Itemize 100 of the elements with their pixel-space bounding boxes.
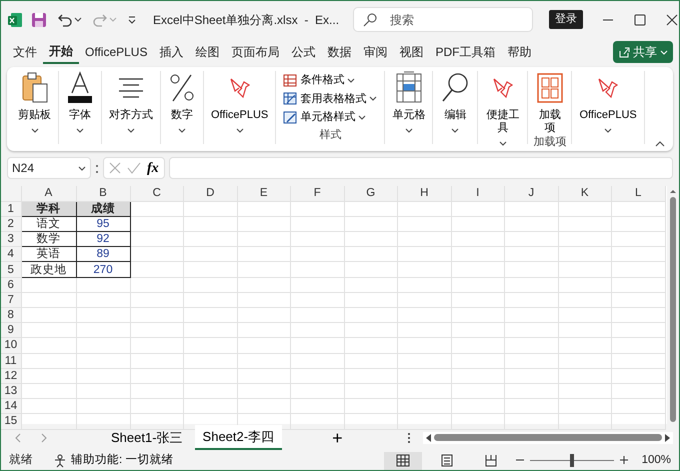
ribbon-tab[interactable]: 帮助	[501, 41, 538, 63]
ribbon-button[interactable]: OfficePLUS	[209, 71, 270, 138]
caret-icon	[451, 128, 460, 134]
zoom-percent: 100%	[642, 452, 671, 468]
column-header[interactable]: A	[21, 186, 76, 202]
scroll-up-icon	[669, 189, 677, 194]
cell-style-icon	[283, 110, 298, 124]
row-header[interactable]: 3	[1, 232, 21, 247]
row-header[interactable]: 9	[1, 322, 21, 338]
table-cell: 政史地	[21, 262, 76, 278]
ribbon-button[interactable]: 对齐方式	[107, 71, 155, 138]
caret-icon	[369, 96, 378, 102]
column-header[interactable]: G	[344, 186, 398, 202]
clipboard-icon	[20, 71, 48, 105]
ribbon-tab[interactable]: 公式	[285, 41, 322, 63]
check-icon	[127, 162, 141, 174]
table-cell: 学科	[21, 201, 76, 216]
ribbon-button[interactable]: 加载项	[534, 71, 566, 134]
row-header[interactable]: 6	[1, 277, 21, 292]
ribbon-button[interactable]: 条件格式	[281, 71, 358, 90]
column-header[interactable]: E	[237, 186, 290, 202]
column-header[interactable]: C	[130, 186, 184, 202]
ribbon-button[interactable]: 字体	[64, 71, 96, 138]
ribbon-button[interactable]: 数字	[166, 71, 198, 138]
group-label: 加载项	[533, 135, 566, 150]
search-icon	[363, 13, 378, 27]
accessibility-button[interactable]: 辅助功能: 一切就绪	[53, 452, 174, 470]
sign-in-button[interactable]: 登录	[549, 10, 584, 29]
table-format-icon	[283, 92, 298, 106]
formula-input[interactable]	[168, 157, 673, 179]
conditional-format-icon	[283, 74, 298, 87]
ribbon-tab[interactable]: PDF工具箱	[429, 41, 502, 63]
row-header[interactable]: 14	[1, 398, 21, 414]
caret-icon	[236, 128, 244, 134]
table-cell: 数学	[21, 232, 76, 247]
normal-view-icon	[396, 454, 410, 467]
scroll-right-icon	[665, 434, 670, 442]
row-header[interactable]: 2	[1, 216, 21, 232]
ribbon-tab[interactable]: 数据	[321, 41, 358, 63]
row-header[interactable]: 5	[1, 262, 21, 278]
row-header[interactable]: 7	[1, 292, 21, 308]
ribbon-button[interactable]: 便捷工具	[483, 71, 522, 150]
sheet-tab[interactable]: Sheet2-李四	[194, 424, 282, 450]
save-icon	[31, 12, 47, 28]
column-header[interactable]: L	[612, 186, 665, 202]
caret-icon	[347, 78, 356, 83]
caret-icon	[30, 128, 38, 134]
name-box[interactable]: N24	[7, 157, 91, 179]
table-cell: 270	[76, 262, 130, 278]
column-header[interactable]: H	[398, 186, 451, 202]
font-color-icon	[66, 71, 94, 105]
ribbon-tab[interactable]: 插入	[153, 41, 190, 63]
ribbon-tab[interactable]: OfficePLUS	[79, 41, 154, 63]
ribbon-tab[interactable]: 绘图	[189, 41, 226, 63]
column-header[interactable]: K	[558, 186, 612, 202]
column-header[interactable]: B	[76, 186, 130, 202]
ribbon-tab[interactable]: 审阅	[357, 41, 394, 63]
ribbon-tab[interactable]: 文件	[7, 41, 43, 63]
row-header[interactable]: 4	[1, 246, 21, 262]
more-icon	[407, 432, 411, 444]
status-text: 就绪	[9, 452, 33, 468]
save-button[interactable]	[29, 12, 49, 28]
window-title: Excel中Sheet单独分离.xlsx - Ex...	[153, 12, 340, 28]
row-header[interactable]: 11	[1, 353, 21, 368]
caret-icon	[604, 128, 612, 134]
add-ins-icon	[536, 71, 564, 105]
column-header[interactable]: F	[290, 186, 344, 202]
insert-function-button[interactable]: fx	[147, 158, 159, 178]
ribbon-button[interactable]: 单元格	[390, 71, 428, 138]
row-header[interactable]: 10	[1, 338, 21, 354]
ribbon-button[interactable]: 套用表格格式	[281, 90, 380, 108]
row-header[interactable]: 13	[1, 383, 21, 399]
search-field[interactable]: 搜索	[353, 7, 534, 32]
row-header[interactable]: 12	[1, 368, 21, 384]
table-cell: 英语	[21, 246, 76, 262]
sheet-tab[interactable]: Sheet1-张三	[103, 426, 191, 450]
ribbon-tab[interactable]: 开始	[43, 40, 79, 64]
column-header[interactable]: D	[184, 186, 237, 202]
column-header[interactable]: J	[504, 186, 558, 202]
ribbon-button[interactable]: 编辑	[438, 71, 472, 138]
ribbon-tab[interactable]: 页面布局	[225, 41, 286, 63]
ribbon-button[interactable]: OfficePLUS	[577, 71, 639, 138]
ribbon-button[interactable]: 单元格样式	[281, 108, 368, 126]
row-header[interactable]: 1	[1, 201, 21, 216]
horizontal-scrollbar[interactable]	[423, 432, 673, 444]
table-cell: 语文	[21, 216, 76, 232]
ribbon-button[interactable]: 剪贴板	[16, 71, 53, 138]
row-header[interactable]: 15	[1, 414, 21, 429]
caret-icon	[178, 128, 186, 134]
row-header[interactable]: 8	[1, 308, 21, 323]
share-button[interactable]: 共享	[613, 41, 673, 63]
add-sheet-button[interactable]: +	[326, 428, 349, 448]
column-header[interactable]: I	[451, 186, 504, 202]
zoom-in-icon	[620, 456, 628, 464]
ribbon-tab[interactable]: 视图	[393, 41, 430, 63]
cells-icon	[394, 71, 424, 105]
table-cell: 成绩	[76, 201, 130, 216]
slider-thumb[interactable]	[570, 454, 574, 467]
view-button[interactable]	[384, 452, 422, 470]
close-icon	[665, 14, 680, 26]
